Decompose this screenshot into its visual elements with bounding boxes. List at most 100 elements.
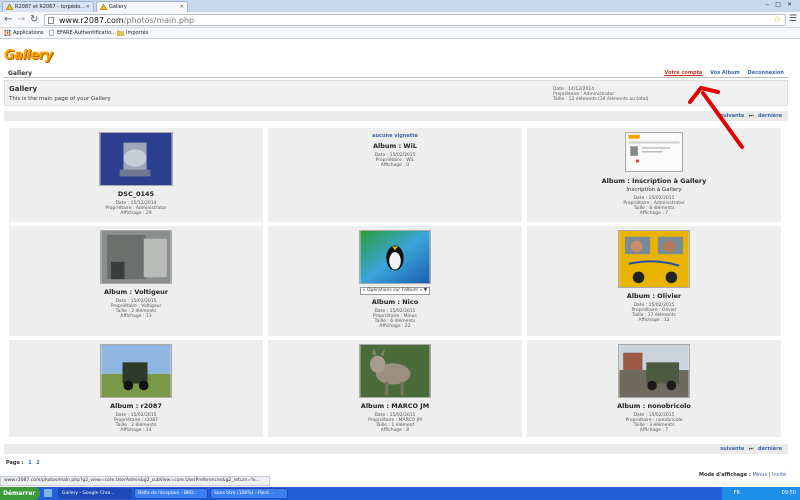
item-title[interactable]: Album : Inscription à Gallery bbox=[527, 177, 781, 185]
language-indicator[interactable]: FR bbox=[734, 490, 740, 496]
page-label: Page : bbox=[6, 460, 24, 466]
item-subtitle: Inscription à Gallery bbox=[626, 187, 682, 193]
display-mode: Mode d'affichage : Minus | Invité bbox=[699, 472, 786, 478]
next-link[interactable]: suivante bbox=[720, 113, 744, 119]
gallery-meta: Date : 14/12/2014 Propriétaire : Adminis… bbox=[553, 87, 648, 102]
close-icon[interactable]: ✕ bbox=[180, 2, 184, 12]
item-meta: Date : 15/02/2015 Propriétaire : WiL Aff… bbox=[268, 153, 522, 168]
grid-cell: Album : Inscription à Gallery Inscriptio… bbox=[526, 127, 782, 223]
item-title[interactable]: Album : WiL bbox=[268, 142, 522, 150]
meta-views: Affichage : 0 bbox=[380, 163, 410, 168]
user-links: Votre compte Vos Album Déconnexion bbox=[658, 70, 784, 76]
desktop-icon[interactable] bbox=[44, 489, 52, 497]
gallery-description: This is the main page of your Gallery bbox=[9, 96, 111, 102]
close-icon[interactable]: ✕ bbox=[86, 2, 90, 12]
album-thumbnail[interactable] bbox=[618, 230, 690, 288]
start-button[interactable]: Démarrer bbox=[0, 487, 40, 500]
album-grid: DSC_0145 Date : 15/12/2014 Propriétaire … bbox=[8, 127, 784, 438]
warning-icon bbox=[100, 4, 107, 10]
bookmark-label: Importés bbox=[126, 30, 149, 36]
item-title[interactable]: Album : nonobricolo bbox=[527, 402, 781, 410]
last-link[interactable]: dernière bbox=[758, 113, 782, 119]
bookmark-efare[interactable]: EFARE-Authentificatio... bbox=[48, 28, 116, 38]
meta-views: Affichage : 14 bbox=[120, 428, 152, 433]
clock: 09:50 bbox=[781, 490, 796, 496]
gallery-logo[interactable]: Gallery bbox=[4, 48, 53, 63]
bookmarks-bar: Applications EFARE-Authentificatio... Im… bbox=[0, 28, 800, 39]
bookmark-label: EFARE-Authentificatio... bbox=[57, 30, 116, 36]
site-name: Gallery bbox=[8, 70, 33, 77]
item-meta: Date : 15/12/2014 Propriétaire : Adminis… bbox=[9, 201, 263, 216]
window-controls[interactable]: ‒□✕ bbox=[765, 1, 798, 8]
meta-views: Affichage : 22 bbox=[379, 324, 411, 329]
task-inbox[interactable]: Boîte de réception - BRO... bbox=[134, 488, 208, 499]
item-title[interactable]: DSC_0145 bbox=[9, 190, 263, 198]
item-meta: Date : 15/02/2015 Propriétaire : Adminis… bbox=[527, 196, 781, 216]
grid-cell: Album : r2087 Date : 15/02/2015 Propriét… bbox=[8, 339, 264, 438]
tab-label: Gallery bbox=[109, 4, 127, 10]
grid-cell: DSC_0145 Date : 15/12/2014 Propriétaire … bbox=[8, 127, 264, 223]
meta-views: Affichage : 29 bbox=[120, 211, 152, 216]
menu-icon[interactable]: ☰ bbox=[789, 14, 797, 24]
item-title[interactable]: Album : Voltigeur bbox=[9, 288, 263, 296]
item-title[interactable]: Album : r2087 bbox=[9, 402, 263, 410]
last-page-icon[interactable]: ⏭ bbox=[749, 113, 754, 119]
mode-guest[interactable]: Invité bbox=[772, 472, 786, 478]
address-bar[interactable]: www.r2087.com/photos/main.php ☆ bbox=[44, 14, 786, 26]
page-link-2[interactable]: 2 bbox=[36, 460, 39, 466]
album-thumbnail[interactable] bbox=[359, 230, 431, 284]
mode-minus[interactable]: Minus bbox=[752, 472, 767, 478]
album-thumbnail[interactable] bbox=[359, 344, 431, 398]
logout-link[interactable]: Déconnexion bbox=[748, 70, 784, 76]
bookmark-label: Applications bbox=[13, 30, 44, 36]
gallery-info-box: Gallery This is the main page of your Ga… bbox=[4, 80, 788, 106]
star-icon[interactable]: ☆ bbox=[773, 15, 781, 26]
item-meta: Date : 15/02/2015 Propriétaire : Voltige… bbox=[9, 299, 263, 319]
browser-tab-bar: R2087 et R2067 - torpédo... ✕ Gallery ✕ … bbox=[0, 0, 800, 12]
meta-size: Taille : 12 éléments (34 éléments au tot… bbox=[553, 97, 649, 102]
system-tray: FR 09:50 bbox=[722, 487, 800, 500]
back-icon[interactable]: ← bbox=[4, 14, 12, 26]
album-thumbnail[interactable] bbox=[625, 132, 683, 172]
page-link-1[interactable]: 1 bbox=[28, 460, 31, 466]
windows-taskbar: Démarrer Gallery - Google Chro... Boîte … bbox=[0, 487, 800, 500]
title-bar: Gallery Votre compte Vos Album Déconnexi… bbox=[4, 69, 788, 78]
gallery-title: Gallery bbox=[9, 85, 38, 93]
album-thumbnail[interactable] bbox=[100, 230, 172, 284]
album-thumbnail[interactable] bbox=[100, 344, 172, 398]
page-footer: Page : 1 2 Mode d'affichage : Minus | In… bbox=[4, 451, 788, 478]
grid-cell: Album : nonobricolo Date : 15/02/2015 Pr… bbox=[526, 339, 782, 438]
reload-icon[interactable]: ↻ bbox=[30, 14, 38, 26]
browser-tab-gallery[interactable]: Gallery ✕ bbox=[96, 1, 188, 12]
warning-icon bbox=[6, 4, 13, 10]
album-thumbnail[interactable] bbox=[99, 132, 173, 186]
forward-icon[interactable]: → bbox=[17, 14, 25, 26]
album-thumbnail[interactable] bbox=[618, 344, 690, 398]
grid-cell: « Opérations sur l'album » ▼ Album : Nic… bbox=[267, 225, 523, 337]
meta-views: Affichage : 7 bbox=[639, 428, 669, 433]
bookmark-importes[interactable]: Importés bbox=[117, 28, 148, 38]
item-meta: Date : 15/02/2015 Propriétaire : Minus T… bbox=[268, 309, 522, 329]
grid-cell: Album : Voltigeur Date : 15/02/2015 Prop… bbox=[8, 225, 264, 337]
grid-cell: aucune vignette Album : WiL Date : 15/02… bbox=[267, 127, 523, 223]
item-title[interactable]: Album : MARCO JM bbox=[268, 402, 522, 410]
your-album-link[interactable]: Vos Album bbox=[710, 70, 740, 76]
gallery-page: Gallery Gallery Votre compte Vos Album D… bbox=[0, 40, 800, 478]
mode-label: Mode d'affichage : bbox=[699, 472, 751, 478]
browser-toolbar: ← → ↻ www.r2087.com/photos/main.php ☆ ☰ bbox=[0, 12, 800, 28]
bookmark-applications[interactable]: Applications bbox=[4, 28, 44, 38]
meta-views: Affichage : 13 bbox=[120, 314, 152, 319]
task-paint[interactable]: Sans titre (100%) - Paint... bbox=[210, 488, 288, 499]
your-account-link[interactable]: Votre compte bbox=[664, 70, 702, 76]
grid-cell: Album : MARCO JM Date : 15/02/2015 Propr… bbox=[267, 339, 523, 438]
page-icon bbox=[48, 17, 54, 24]
folder-icon bbox=[117, 30, 124, 36]
item-title[interactable]: Album : Nico bbox=[268, 298, 522, 306]
item-title[interactable]: Album : Olivier bbox=[527, 292, 781, 300]
url-host: www.r2087.com bbox=[59, 16, 124, 25]
browser-tab-r2087[interactable]: R2087 et R2067 - torpédo... ✕ bbox=[2, 1, 94, 12]
album-operations-select[interactable]: « Opérations sur l'album » ▼ bbox=[360, 287, 430, 295]
apps-grid-icon bbox=[4, 30, 11, 36]
status-url: www.r2087.com/photos/main.php?g2_view=co… bbox=[0, 476, 270, 486]
task-gallery-chrome[interactable]: Gallery - Google Chro... bbox=[58, 488, 132, 499]
